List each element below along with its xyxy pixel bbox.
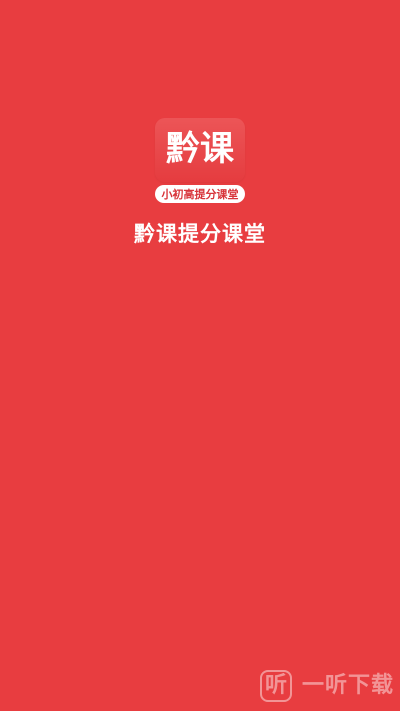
watermark: 听 一听下载 [259,669,394,703]
app-title: 黔课提分课堂 [134,222,266,246]
app-logo: 黔课 [155,118,245,182]
watermark-text: 一听下载 [301,673,394,698]
logo-tagline-text: 小初高提分课堂 [161,187,239,201]
app-logo-text: 黔课 [166,129,234,169]
watermark-logo-icon: 听 [259,670,292,702]
splash-screen: 黔课 小初高提分课堂 黔课提分课堂 听 一听下载 [0,0,400,711]
watermark-logo-glyph: 听 [264,673,287,698]
logo-tagline-badge: 小初高提分课堂 [155,185,245,203]
